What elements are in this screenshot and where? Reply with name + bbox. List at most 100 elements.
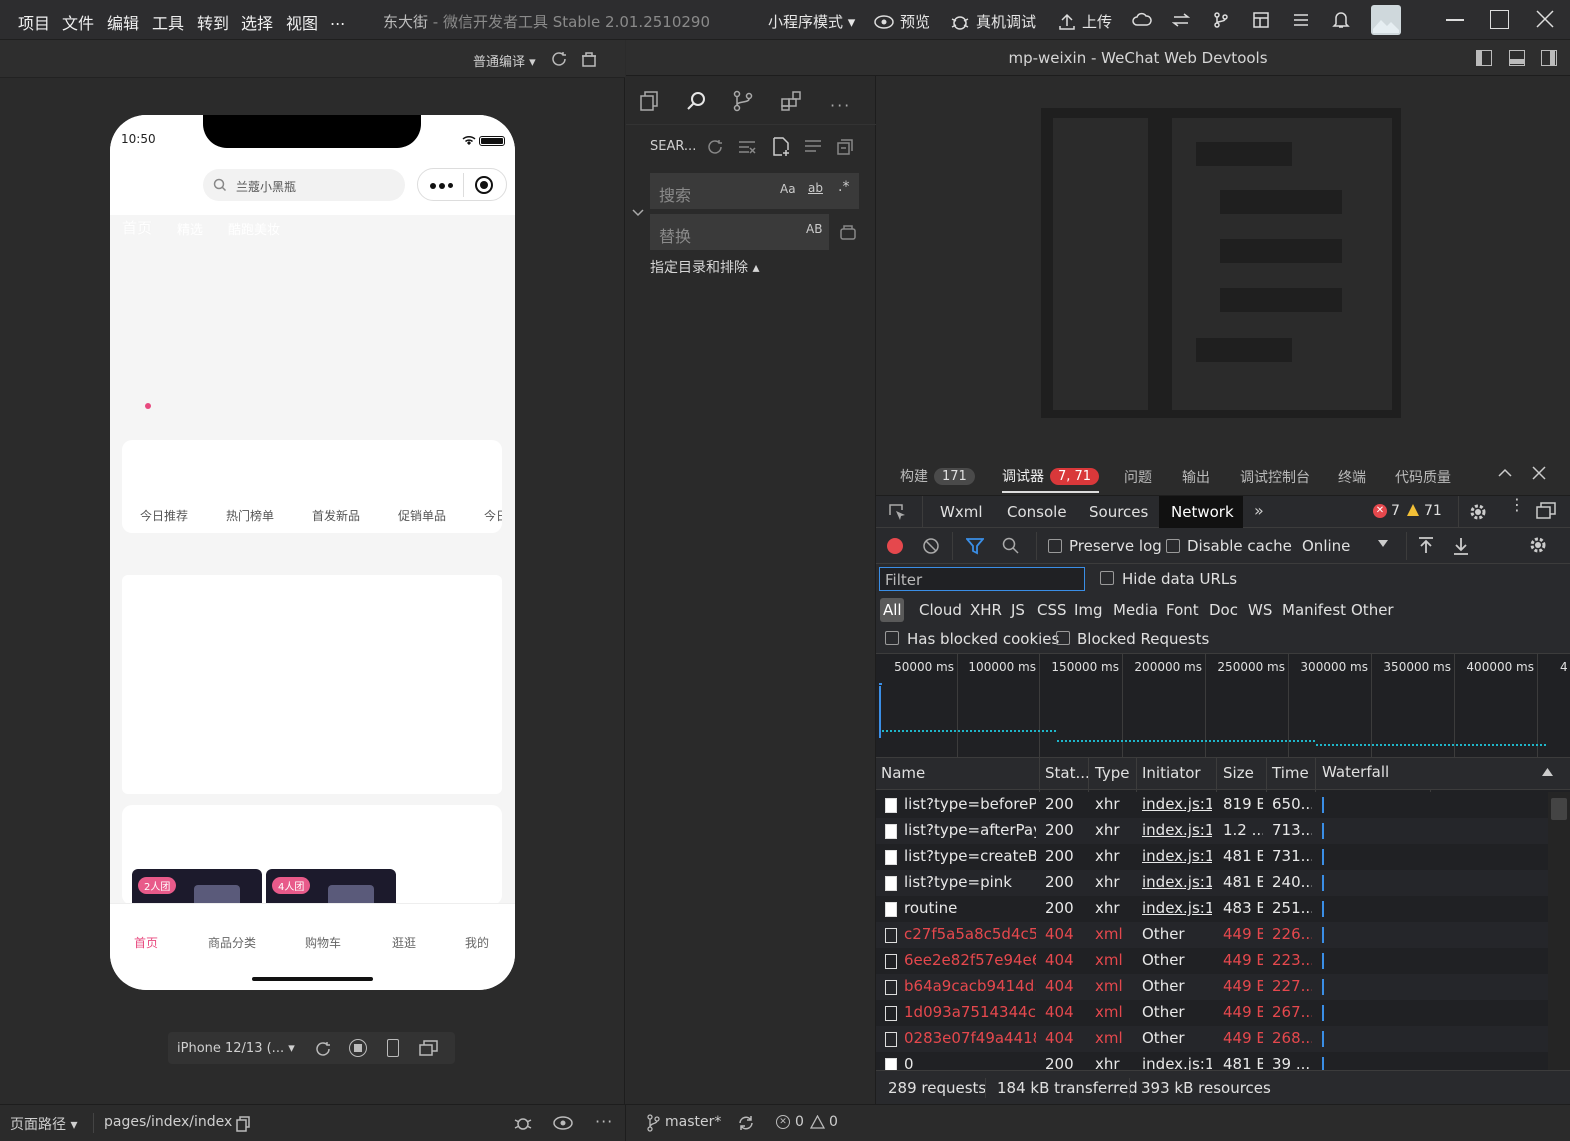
capsule-menu[interactable] <box>417 168 507 201</box>
tabbar-category[interactable]: 商品分类 <box>208 934 256 951</box>
copy-path-icon[interactable] <box>236 1116 250 1132</box>
column-type[interactable]: Type <box>1095 764 1129 782</box>
panel-tab-wxml[interactable]: Wxml <box>940 503 983 521</box>
more-tabs-icon[interactable]: » <box>1254 501 1264 520</box>
tabbar-explore[interactable]: 逛逛 <box>392 934 416 951</box>
record-button[interactable] <box>887 538 903 554</box>
menu-project[interactable]: 项目 <box>18 10 50 34</box>
request-name[interactable]: 1d093a7514344c... <box>904 1003 1036 1021</box>
table-row[interactable]: b64a9cacb9414d... 404 xml Other 449 B 227... <box>876 974 1570 1000</box>
panel-tab-network[interactable]: Network <box>1159 496 1243 528</box>
upload-button[interactable]: 上传 <box>1058 11 1112 32</box>
layout-left-icon[interactable] <box>1476 50 1492 66</box>
warning-count[interactable]: 71 <box>1424 503 1442 519</box>
column-time[interactable]: Time <box>1272 764 1309 782</box>
table-row[interactable]: list?type=afterPay 200 xhr index.js:1 1.2 ..… <box>876 818 1570 844</box>
git-branch-name[interactable]: master* <box>665 1114 721 1130</box>
network-settings-gear-icon[interactable] <box>1528 535 1548 555</box>
request-initiator[interactable]: index.js:1 <box>1142 847 1212 865</box>
phone-nav-tab-beauty[interactable]: 酷跑美妆 <box>228 219 280 238</box>
scrollbar-thumb[interactable] <box>1551 798 1567 820</box>
switch-icon[interactable] <box>1172 12 1190 28</box>
table-row[interactable]: list?type=createB... 200 xhr index.js:1 481 … <box>876 844 1570 870</box>
category-today-recommend[interactable]: 今日推荐 <box>140 507 188 524</box>
request-name[interactable]: list?type=createB... <box>904 847 1036 865</box>
layout-icon[interactable] <box>1252 11 1270 29</box>
new-search-editor-icon[interactable] <box>772 137 790 157</box>
request-initiator[interactable]: index.js:1 <box>1142 821 1212 839</box>
menu-select[interactable]: 选择 <box>241 10 273 34</box>
more-icon[interactable]: ··· <box>595 1112 613 1131</box>
page-path-dropdown[interactable]: 页面路径 ▾ <box>10 1114 77 1134</box>
menu-view[interactable]: 视图 <box>286 10 318 34</box>
replace-all-icon[interactable] <box>839 223 857 241</box>
explorer-icon[interactable] <box>638 90 660 112</box>
has-blocked-cookies-checkbox[interactable] <box>885 631 899 645</box>
type-filter-other[interactable]: Other <box>1351 601 1394 619</box>
source-control-icon[interactable] <box>732 90 754 112</box>
phone-frame-icon[interactable] <box>387 1039 399 1057</box>
tab-problems[interactable]: 问题 <box>1124 467 1152 487</box>
type-filter-img[interactable]: Img <box>1074 601 1103 619</box>
tabbar-home[interactable]: 首页 <box>134 934 158 951</box>
record-icon[interactable] <box>349 1039 367 1057</box>
blocked-requests-checkbox[interactable] <box>1056 631 1070 645</box>
menu-file[interactable]: 文件 <box>62 10 94 34</box>
table-row[interactable]: 0 200 xhr index.js:1 481 B 39 ... <box>876 1052 1570 1070</box>
phone-simulator[interactable]: 10:50 兰蔻小黑瓶 首页 精选 酷跑美妆 今日推荐 热门榜单 首发新品 促销… <box>110 115 515 990</box>
table-scrollbar[interactable] <box>1548 792 1570 1070</box>
tab-terminal[interactable]: 终端 <box>1338 467 1366 487</box>
error-count[interactable]: 7 <box>1391 503 1400 519</box>
tab-debug-console[interactable]: 调试控制台 <box>1240 467 1310 487</box>
search-input[interactable]: 搜索 Aa ab .* <box>650 173 859 209</box>
preserve-case-toggle[interactable]: AB <box>806 222 822 236</box>
whole-word-toggle[interactable]: ab <box>808 181 823 195</box>
column-status[interactable]: Stat... <box>1045 764 1090 782</box>
type-filter-js[interactable]: JS <box>1011 601 1025 619</box>
layout-bottom-icon[interactable] <box>1509 50 1525 66</box>
table-row[interactable]: 1d093a7514344c... 404 xml Other 449 B 267... <box>876 1000 1570 1026</box>
request-name[interactable]: 0283e07f49a4418... <box>904 1029 1036 1047</box>
table-row[interactable]: 6ee2e82f57e94e6... 404 xml Other 449 B 223... <box>876 948 1570 974</box>
layout-right-icon[interactable] <box>1541 50 1557 66</box>
request-initiator[interactable]: index.js:1 <box>1142 873 1212 891</box>
request-name[interactable]: 6ee2e82f57e94e6... <box>904 951 1036 969</box>
type-filter-all[interactable]: All <box>880 598 904 622</box>
table-row[interactable]: list?type=beforeP... 200 xhr index.js:1 819 … <box>876 792 1570 818</box>
device-dropdown[interactable]: iPhone 12/13 (... ▾ <box>177 1041 295 1056</box>
multi-window-icon[interactable] <box>419 1040 439 1056</box>
column-name[interactable]: Name <box>881 764 925 782</box>
tab-debugger[interactable]: 调试器 7, 71 <box>1002 466 1100 493</box>
column-waterfall[interactable]: Waterfall <box>1322 763 1389 781</box>
maximize-icon[interactable] <box>1490 10 1509 29</box>
clear-icon[interactable] <box>922 537 940 555</box>
more-icon[interactable]: ··· <box>830 96 851 115</box>
refresh-icon[interactable] <box>550 50 568 68</box>
type-filter-ws[interactable]: WS <box>1248 601 1272 619</box>
throttle-chevron-icon[interactable] <box>1378 540 1388 548</box>
request-name[interactable]: list?type=afterPay <box>904 821 1036 839</box>
debug-bug-icon[interactable] <box>513 1114 533 1132</box>
search-icon[interactable] <box>686 90 708 112</box>
column-initiator[interactable]: Initiator <box>1142 764 1201 782</box>
request-initiator[interactable]: Other <box>1142 977 1212 995</box>
compile-mode-dropdown[interactable]: 普通编译 ▾ <box>473 51 536 70</box>
warnings-triangle-icon[interactable] <box>810 1115 825 1129</box>
bell-icon[interactable] <box>1332 10 1350 30</box>
tab-output[interactable]: 输出 <box>1182 467 1210 487</box>
clear-results-icon[interactable] <box>738 139 756 155</box>
refresh-results-icon[interactable] <box>706 138 724 156</box>
regex-toggle[interactable]: .* <box>838 179 849 195</box>
mode-dropdown[interactable]: 小程序模式 ▾ <box>768 11 855 32</box>
view-as-tree-icon[interactable] <box>804 139 822 155</box>
real-debug-button[interactable]: 真机调试 <box>950 11 1036 32</box>
status-warning-count[interactable]: 0 <box>829 1114 838 1130</box>
menu-goto[interactable]: 转到 <box>197 10 229 34</box>
request-initiator[interactable]: index.js:1 <box>1142 1055 1212 1070</box>
table-row[interactable]: c27f5a5a8c5d4c5... 404 xml Other 449 B 226... <box>876 922 1570 948</box>
tab-code-quality[interactable]: 代码质量 <box>1395 467 1451 487</box>
request-name[interactable]: routine <box>904 899 1036 917</box>
type-filter-cloud[interactable]: Cloud <box>919 601 962 619</box>
request-name[interactable]: 0 <box>904 1055 1036 1070</box>
phone-search-box[interactable]: 兰蔻小黑瓶 <box>203 169 405 201</box>
